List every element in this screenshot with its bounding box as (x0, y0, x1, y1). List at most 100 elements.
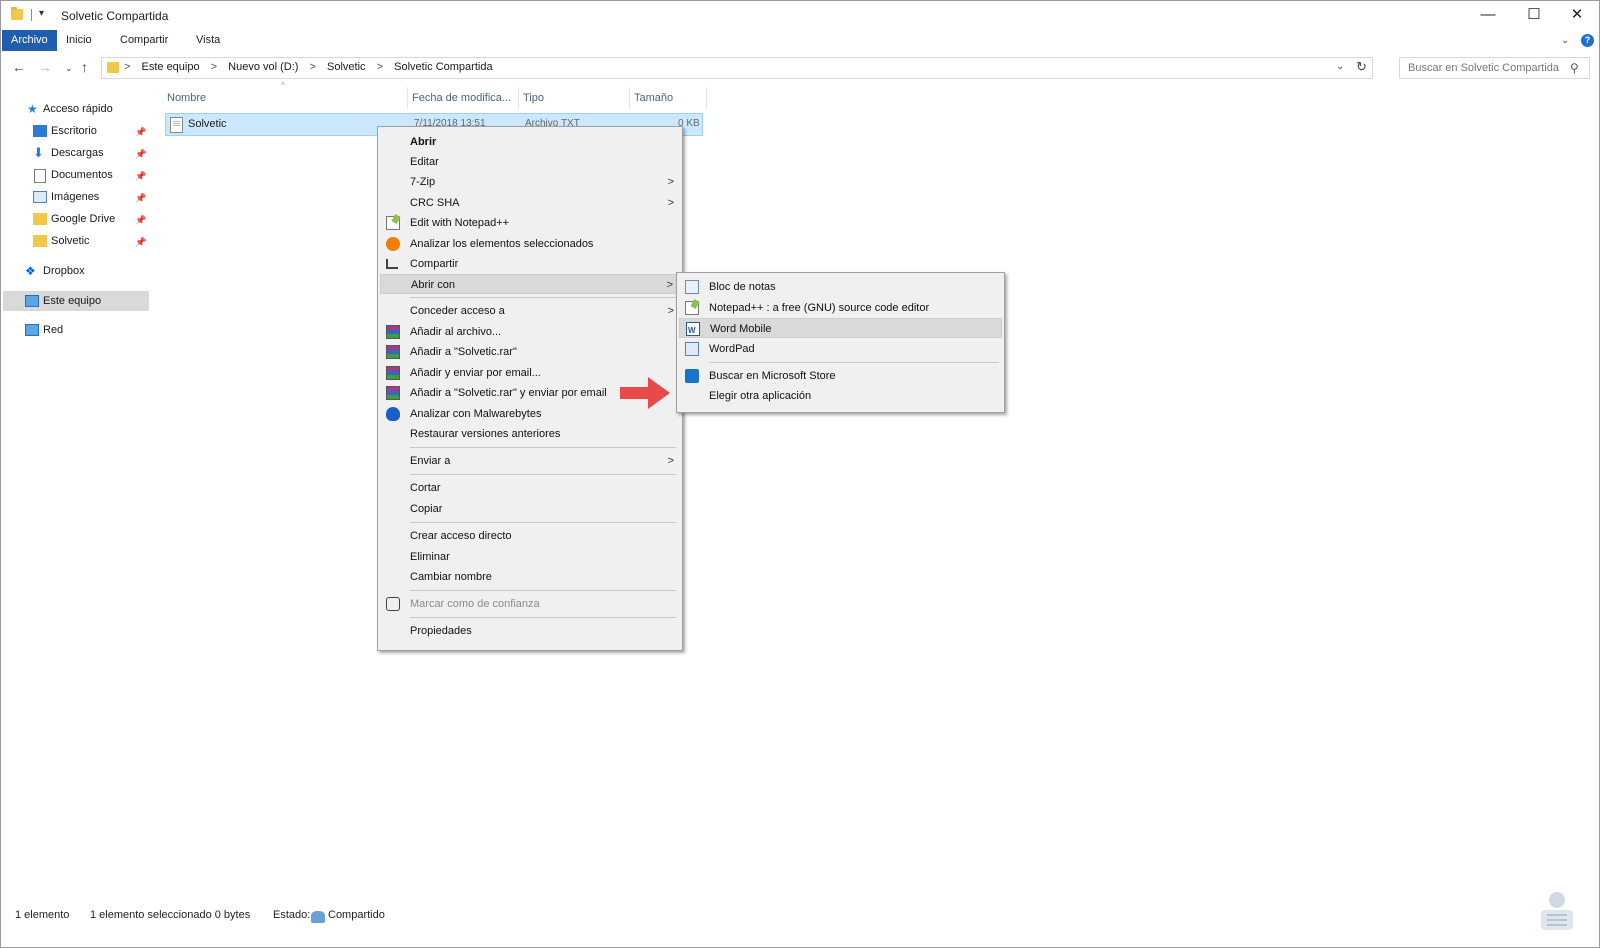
menu-item-copiar[interactable]: Copiar (380, 499, 680, 519)
menu-item-edit-notepadpp[interactable]: Edit with Notepad++ (380, 213, 680, 233)
pictures-icon (33, 191, 47, 203)
submenu-arrow-icon: > (666, 279, 673, 291)
back-arrow-icon[interactable]: ← (12, 59, 26, 75)
file-name: Solvetic (188, 118, 227, 130)
shield-icon (386, 597, 400, 611)
pin-icon[interactable]: 📌 (135, 193, 146, 204)
submenu-arrow-icon: > (667, 455, 674, 467)
menu-item-wordpad[interactable]: WordPad (679, 339, 1002, 359)
winrar-icon (386, 345, 400, 359)
breadcrumb-solvetic-compartida[interactable]: Solvetic Compartida (394, 61, 492, 73)
text-file-icon (170, 117, 183, 133)
search-icon[interactable]: ⚲ (1570, 61, 1579, 75)
menu-item-eliminar[interactable]: Eliminar (380, 547, 680, 567)
pin-icon[interactable]: 📌 (135, 237, 146, 248)
explorer-window: ▾ Solvetic Compartida — ☐ ✕ Archivo Inic… (0, 0, 1600, 948)
menu-item-propiedades[interactable]: Propiedades (380, 621, 680, 641)
folder-icon (33, 213, 47, 225)
column-header-name[interactable]: Nombre (163, 87, 408, 109)
word-icon (686, 321, 700, 341)
ribbon-tabs: Archivo Inicio Compartir Vista ⌄ ? (1, 30, 1599, 52)
winrar-icon (386, 386, 400, 400)
tab-compartir[interactable]: Compartir (111, 30, 177, 51)
menu-item-microsoft-store[interactable]: Buscar en Microsoft Store (679, 366, 1002, 386)
menu-item-enviar-a[interactable]: Enviar a > (380, 451, 680, 471)
nav-label: Este equipo (43, 295, 102, 307)
forward-arrow-icon[interactable]: → (38, 59, 52, 75)
computer-icon (25, 295, 39, 307)
pin-icon[interactable]: 📌 (135, 149, 146, 160)
address-dropdown-icon[interactable]: ⌄ (1336, 61, 1344, 72)
menu-item-bloc-de-notas[interactable]: Bloc de notas (679, 277, 1002, 297)
menu-item-notepadpp[interactable]: Notepad++ : a free (GNU) source code edi… (679, 298, 1002, 318)
star-icon: ★ (27, 102, 38, 116)
nav-label: Solvetic (51, 235, 90, 247)
nav-item-descargas[interactable]: ⬇ Descargas (33, 143, 151, 163)
status-item-count: 1 elemento (15, 909, 70, 921)
malwarebytes-icon (386, 407, 400, 421)
column-header-type[interactable]: Tipo (519, 87, 630, 109)
breadcrumb-separator[interactable]: > (310, 61, 316, 73)
wordpad-icon (685, 342, 699, 356)
menu-item-elegir-otra-aplicacion[interactable]: Elegir otra aplicación (679, 386, 1002, 406)
nav-item-google-drive[interactable]: Google Drive (33, 209, 151, 229)
quick-access-dropdown-icon[interactable]: ▾ (39, 8, 44, 19)
help-icon[interactable]: ? (1581, 34, 1594, 47)
dropbox-icon: ❖ (25, 264, 36, 278)
desktop-icon (33, 125, 47, 137)
nav-label: Acceso rápido (43, 103, 113, 115)
nav-item-imagenes[interactable]: Imágenes (33, 187, 151, 207)
menu-item-anadir-rar[interactable]: Añadir a "Solvetic.rar" (380, 342, 680, 362)
breadcrumb: > Este equipo > Nuevo vol (D:) > Solveti… (124, 61, 501, 73)
minimize-button[interactable]: — (1465, 4, 1511, 26)
column-header-date[interactable]: Fecha de modifica... (408, 87, 519, 109)
menu-item-crc-sha[interactable]: CRC SHA > (380, 193, 680, 213)
close-button[interactable]: ✕ (1557, 4, 1597, 26)
menu-item-compartir[interactable]: Compartir (380, 254, 680, 274)
up-arrow-icon[interactable]: ↑ (81, 59, 88, 75)
ribbon-expand-icon[interactable]: ⌄ (1561, 35, 1569, 46)
search-input[interactable]: Buscar en Solvetic Compartida ⚲ (1399, 57, 1590, 79)
pin-icon[interactable]: 📌 (135, 127, 146, 138)
tab-archivo[interactable]: Archivo (2, 30, 57, 51)
maximize-button[interactable]: ☐ (1511, 4, 1557, 26)
folder-icon (11, 7, 23, 20)
nav-item-escritorio[interactable]: Escritorio (33, 121, 151, 141)
menu-item-7zip[interactable]: 7-Zip > (380, 172, 680, 192)
tab-inicio[interactable]: Inicio (57, 30, 101, 51)
status-state-value: Compartido (328, 909, 385, 921)
column-header-size[interactable]: Tamaño (630, 87, 707, 109)
pin-icon[interactable]: 📌 (135, 215, 146, 226)
refresh-icon[interactable]: ↻ (1356, 59, 1367, 75)
tab-vista[interactable]: Vista (187, 30, 229, 51)
nav-item-solvetic[interactable]: Solvetic (33, 231, 151, 251)
breadcrumb-nuevo-vol[interactable]: Nuevo vol (D:) (228, 61, 298, 73)
menu-item-crear-acceso-directo[interactable]: Crear acceso directo (380, 526, 680, 546)
menu-separator (709, 362, 999, 363)
menu-item-abrir[interactable]: Abrir (380, 132, 680, 152)
address-bar[interactable]: > Este equipo > Nuevo vol (D:) > Solveti… (101, 57, 1373, 79)
menu-item-anadir-archivo[interactable]: Añadir al archivo... (380, 322, 680, 342)
breadcrumb-separator[interactable]: > (377, 61, 383, 73)
winrar-icon (386, 325, 400, 339)
menu-item-marcar-confianza: Marcar como de confianza (380, 594, 680, 614)
pin-icon[interactable]: 📌 (135, 171, 146, 182)
nav-item-documentos[interactable]: Documentos (33, 165, 151, 185)
menu-item-word-mobile[interactable]: Word Mobile (679, 318, 1002, 341)
breadcrumb-separator[interactable]: > (211, 61, 217, 73)
nav-label: Escritorio (51, 125, 97, 137)
nav-label: Google Drive (51, 213, 116, 225)
breadcrumb-solvetic[interactable]: Solvetic (327, 61, 366, 73)
menu-separator (410, 474, 676, 475)
menu-item-analizar-avast[interactable]: Analizar los elementos seleccionados (380, 234, 680, 254)
winrar-icon (386, 366, 400, 380)
menu-item-cortar[interactable]: Cortar (380, 478, 680, 498)
menu-item-editar[interactable]: Editar (380, 152, 680, 172)
breadcrumb-este-equipo[interactable]: Este equipo (142, 61, 200, 73)
menu-item-conceder-acceso[interactable]: Conceder acceso a > (380, 301, 680, 321)
recent-locations-icon[interactable]: ⌄ (65, 63, 73, 74)
menu-item-cambiar-nombre[interactable]: Cambiar nombre (380, 567, 680, 587)
nav-item-este-equipo[interactable]: Este equipo (3, 291, 149, 311)
menu-item-restaurar-versiones[interactable]: Restaurar versiones anteriores (380, 424, 680, 444)
menu-item-abrir-con[interactable]: Abrir con > (380, 274, 680, 294)
